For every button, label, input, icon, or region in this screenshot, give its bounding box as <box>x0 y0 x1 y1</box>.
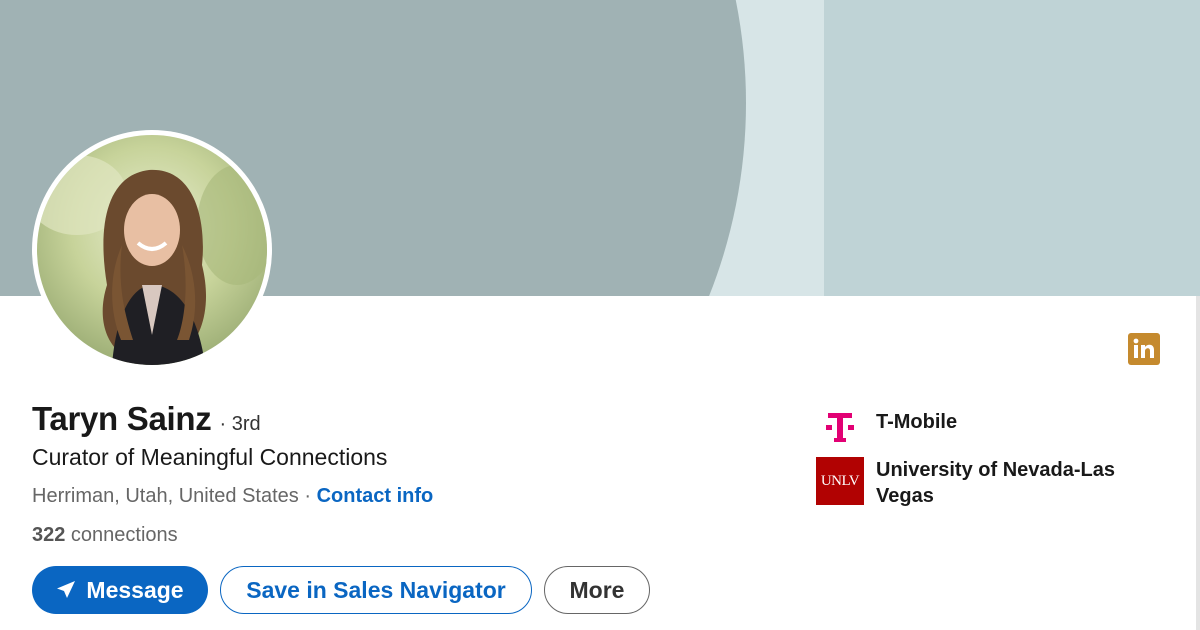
org-name: T-Mobile <box>876 411 958 433</box>
profile-name: Taryn Sainz <box>32 400 212 437</box>
name-row: Taryn Sainz · 3rd <box>32 400 261 438</box>
message-label: Message <box>86 576 184 603</box>
contact-info-link[interactable]: Contact info <box>317 485 434 507</box>
connections-count[interactable]: 322 connections <box>32 524 178 547</box>
connections-number: 322 <box>32 524 66 546</box>
connections-label: connections <box>65 524 178 546</box>
linkedin-icon <box>1128 333 1160 365</box>
profile-photo[interactable] <box>32 130 272 370</box>
location-row: Herriman, Utah, United States · Contact … <box>32 485 433 508</box>
message-button[interactable]: Message <box>32 566 208 614</box>
more-button[interactable]: More <box>544 566 650 614</box>
profile-location: Herriman, Utah, United States <box>32 485 299 507</box>
send-icon <box>56 580 76 600</box>
org-item-unlv[interactable]: UNLV University of Nevada-Las Vegas <box>816 457 1166 509</box>
t-mobile-logo <box>816 404 864 452</box>
avatar-image <box>37 135 267 365</box>
location-separator: · <box>298 485 317 507</box>
card-edge <box>1196 296 1200 630</box>
org-name: University of Nevada-Las Vegas <box>876 459 1115 507</box>
org-item-tmobile[interactable]: T-Mobile <box>816 404 957 452</box>
profile-headline: Curator of Meaningful Connections <box>32 444 388 470</box>
unlv-logo: UNLV <box>816 457 864 505</box>
save-in-sales-navigator-button[interactable]: Save in Sales Navigator <box>220 566 532 614</box>
connection-degree: · 3rd <box>219 413 261 435</box>
